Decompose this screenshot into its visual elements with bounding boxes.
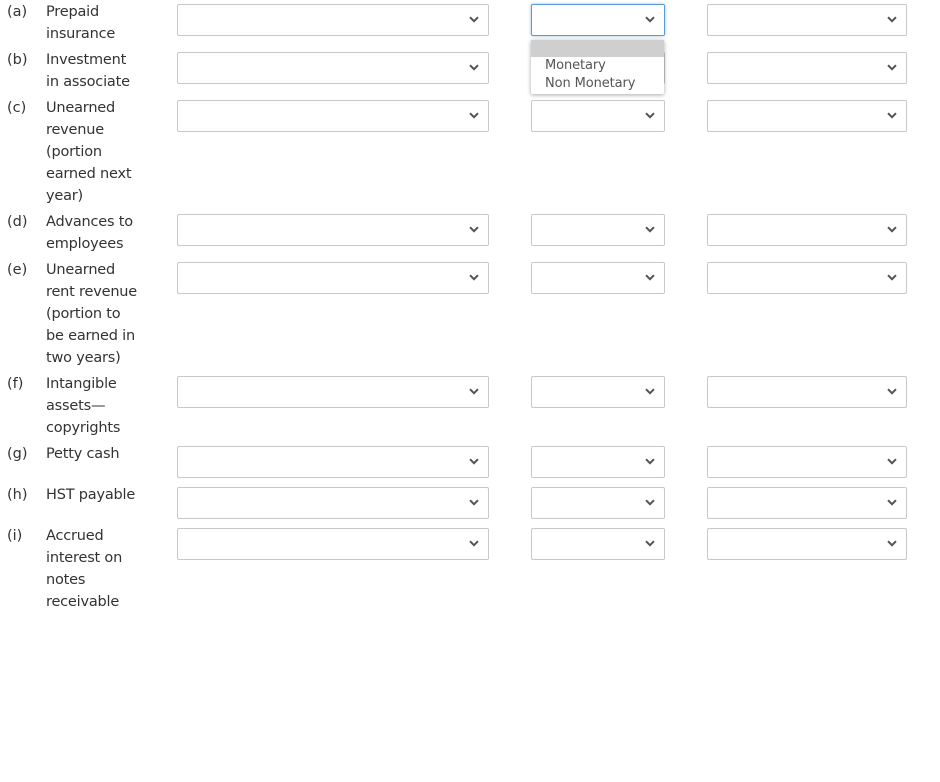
row-label: Intangible assets— copyrights: [46, 376, 121, 436]
select-column-1[interactable]: [177, 100, 489, 132]
select-column-2[interactable]: [531, 376, 665, 408]
chevron-down-icon: [469, 499, 479, 506]
row-letter: (f): [7, 376, 24, 392]
chevron-down-icon: [469, 388, 479, 395]
select-column-1[interactable]: [177, 262, 489, 294]
chevron-down-icon: [469, 226, 479, 233]
select-column-3[interactable]: [707, 528, 907, 560]
chevron-down-icon: [469, 540, 479, 547]
chevron-down-icon: [887, 112, 897, 119]
select-column-1[interactable]: [177, 487, 489, 519]
row-label: Investment in associate: [46, 52, 130, 90]
row-letter: (g): [7, 446, 28, 462]
select-column-3[interactable]: [707, 487, 907, 519]
row-letter: (i): [7, 528, 23, 544]
chevron-down-icon: [887, 458, 897, 465]
row-letter: (d): [7, 214, 28, 230]
chevron-down-icon: [645, 226, 655, 233]
row-letter: (h): [7, 487, 28, 503]
chevron-down-icon: [469, 458, 479, 465]
chevron-down-icon: [887, 64, 897, 71]
select-column-3[interactable]: [707, 446, 907, 478]
select-column-1[interactable]: [177, 4, 489, 36]
chevron-down-icon: [469, 16, 479, 23]
select-column-3[interactable]: [707, 4, 907, 36]
chevron-down-icon: [887, 226, 897, 233]
select-column-1[interactable]: [177, 446, 489, 478]
dropdown-option-non-monetary[interactable]: Non Monetary: [531, 75, 664, 93]
row-label: Unearned revenue (portion earned next ye…: [46, 100, 132, 204]
chevron-down-icon: [645, 458, 655, 465]
row-letter: (c): [7, 100, 27, 116]
chevron-down-icon: [469, 112, 479, 119]
select-column-1[interactable]: [177, 376, 489, 408]
chevron-down-icon: [645, 388, 655, 395]
row-letter: (b): [7, 52, 28, 68]
select-column-3[interactable]: [707, 52, 907, 84]
row-label: Advances to employees: [46, 214, 133, 252]
select-column-2[interactable]: [531, 214, 665, 246]
select-column-1[interactable]: [177, 528, 489, 560]
row-label: Petty cash: [46, 446, 120, 462]
row-label: Prepaid insurance: [46, 4, 116, 42]
chevron-down-icon: [645, 112, 655, 119]
row-letter: (e): [7, 262, 28, 278]
select-column-2[interactable]: [531, 528, 665, 560]
select-column-3[interactable]: [707, 262, 907, 294]
chevron-down-icon: [887, 274, 897, 281]
chevron-down-icon: [645, 540, 655, 547]
chevron-down-icon: [645, 499, 655, 506]
select-column-2[interactable]: [531, 100, 665, 132]
select-column-3[interactable]: [707, 376, 907, 408]
row-label: Unearned rent revenue (portion to be ear…: [46, 262, 138, 366]
chevron-down-icon: [645, 16, 655, 23]
row-label: Accrued interest on notes receivable: [46, 528, 123, 610]
select-column-3[interactable]: [707, 100, 907, 132]
chevron-down-icon: [645, 274, 655, 281]
select-column-2[interactable]: [531, 446, 665, 478]
dropdown-menu: Monetary Non Monetary: [531, 40, 664, 94]
row-label: HST payable: [46, 487, 136, 503]
select-column-2[interactable]: [531, 262, 665, 294]
select-column-1[interactable]: [177, 52, 489, 84]
select-column-2[interactable]: [531, 4, 665, 36]
dropdown-option-blank[interactable]: [531, 40, 664, 57]
select-column-3[interactable]: [707, 214, 907, 246]
chevron-down-icon: [469, 64, 479, 71]
select-column-1[interactable]: [177, 214, 489, 246]
chevron-down-icon: [887, 16, 897, 23]
select-column-2[interactable]: [531, 487, 665, 519]
row-letter: (a): [7, 4, 28, 20]
chevron-down-icon: [887, 540, 897, 547]
chevron-down-icon: [887, 499, 897, 506]
chevron-down-icon: [887, 388, 897, 395]
dropdown-option-monetary[interactable]: Monetary: [531, 57, 664, 75]
chevron-down-icon: [469, 274, 479, 281]
